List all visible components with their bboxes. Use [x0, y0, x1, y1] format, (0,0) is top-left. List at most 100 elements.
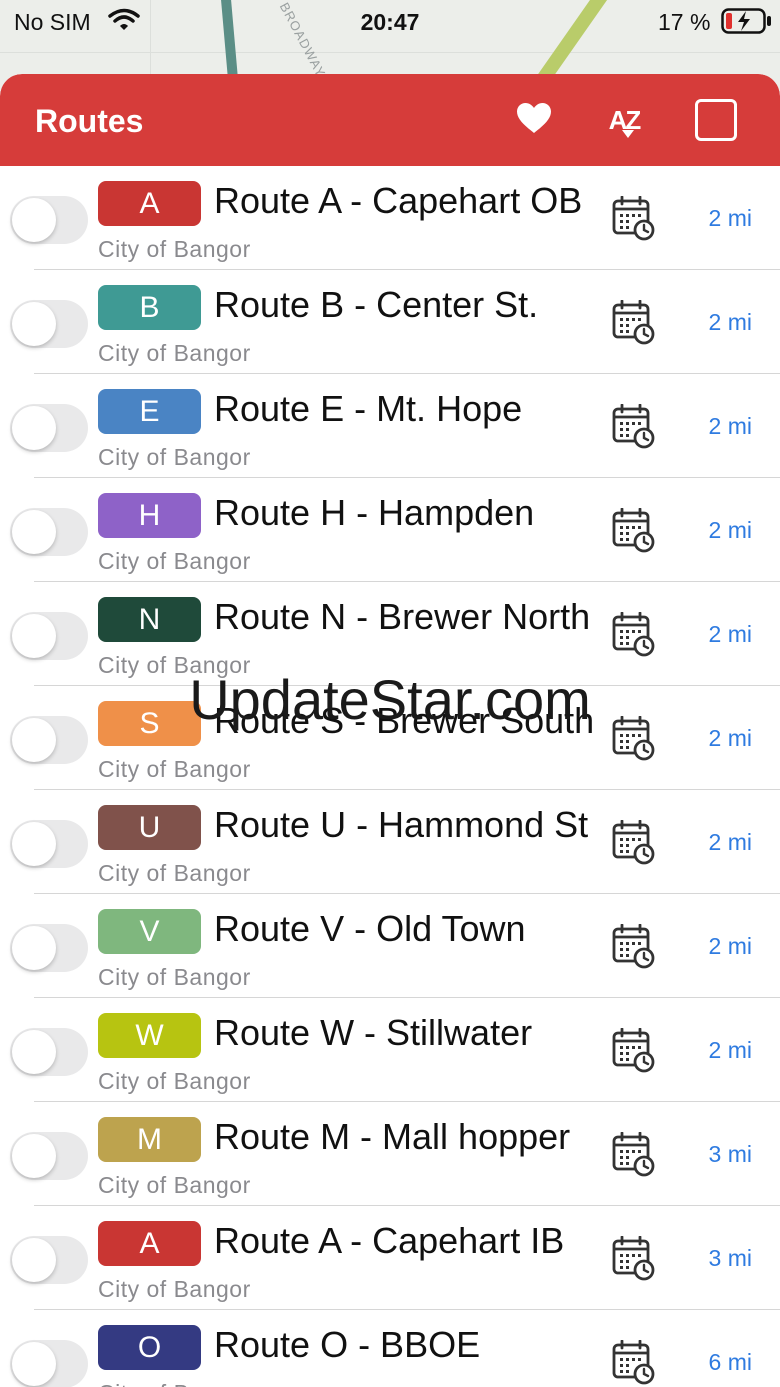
- route-name: Route W - Stillwater: [214, 1012, 533, 1053]
- schedule-calendar-icon[interactable]: [612, 1027, 656, 1074]
- route-row[interactable]: A Route A - Capehart OB City of Bangor 2 mi: [0, 166, 780, 270]
- route-name: Route O - BBOE: [214, 1324, 481, 1365]
- route-agency: City of Bangor: [98, 236, 251, 262]
- route-badge: M: [98, 1117, 201, 1162]
- route-agency: City of Bangor: [98, 1276, 251, 1302]
- toggle-knob: [12, 1030, 56, 1074]
- schedule-calendar-icon[interactable]: [612, 819, 656, 866]
- route-agency: City of Bangor: [98, 860, 251, 886]
- route-toggle[interactable]: [10, 508, 88, 556]
- battery-percent: 17 %: [658, 9, 711, 35]
- schedule-calendar-icon[interactable]: [612, 195, 656, 242]
- route-toggle[interactable]: [10, 404, 88, 452]
- routes-sheet: Routes AZ A Route A - Capehart OB City of …: [0, 74, 780, 1387]
- route-row[interactable]: S Route S - Brewer South City of Bangor 2 m…: [0, 686, 780, 790]
- route-distance: 2 mi: [708, 933, 752, 959]
- route-distance: 2 mi: [708, 309, 752, 335]
- route-row[interactable]: A Route A - Capehart IB City of Bangor 3 mi: [0, 1206, 780, 1310]
- schedule-calendar-icon[interactable]: [612, 1235, 656, 1282]
- heart-icon: [516, 102, 552, 139]
- toggle-knob: [12, 822, 56, 866]
- route-row[interactable]: U Route U - Hammond St City of Bangor 2 mi: [0, 790, 780, 894]
- route-agency: City of Bangor: [98, 756, 251, 782]
- schedule-calendar-icon[interactable]: [612, 611, 656, 658]
- route-toggle[interactable]: [10, 820, 88, 868]
- route-toggle[interactable]: [10, 1132, 88, 1180]
- route-toggle[interactable]: [10, 1028, 88, 1076]
- toggle-knob: [12, 1238, 56, 1282]
- schedule-calendar-icon[interactable]: [612, 403, 656, 450]
- schedule-calendar-icon[interactable]: [612, 1131, 656, 1178]
- toggle-knob: [12, 718, 56, 762]
- route-distance: 2 mi: [708, 517, 752, 543]
- sort-button[interactable]: AZ: [600, 96, 648, 144]
- route-agency: City of Bangor: [98, 444, 251, 470]
- map-street-line: [0, 52, 780, 53]
- route-toggle[interactable]: [10, 300, 88, 348]
- select-all-checkbox[interactable]: [692, 96, 740, 144]
- route-name: Route V - Old Town: [214, 908, 526, 949]
- route-row[interactable]: E Route E - Mt. Hope City of Bangor 2 mi: [0, 374, 780, 478]
- route-agency: City of Bangor: [98, 548, 251, 574]
- route-badge: W: [98, 1013, 201, 1058]
- route-name: Route E - Mt. Hope: [214, 388, 523, 429]
- route-row[interactable]: B Route B - Center St. City of Bangor 2 mi: [0, 270, 780, 374]
- route-distance: 2 mi: [708, 725, 752, 751]
- route-badge: N: [98, 597, 201, 642]
- schedule-calendar-icon[interactable]: [612, 715, 656, 762]
- toggle-knob: [12, 926, 56, 970]
- route-row[interactable]: V Route V - Old Town City of Bangor 2 mi: [0, 894, 780, 998]
- route-agency: City of Bangor: [98, 1380, 251, 1387]
- route-row[interactable]: W Route W - Stillwater City of Bangor 2 mi: [0, 998, 780, 1102]
- route-agency: City of Bangor: [98, 964, 251, 990]
- route-row[interactable]: M Route M - Mall hopper City of Bangor 3 mi: [0, 1102, 780, 1206]
- schedule-calendar-icon[interactable]: [612, 299, 656, 346]
- routes-header: Routes AZ: [0, 74, 780, 166]
- route-agency: City of Bangor: [98, 1068, 251, 1094]
- route-toggle[interactable]: [10, 1340, 88, 1387]
- toggle-knob: [12, 302, 56, 346]
- route-distance: 6 mi: [708, 1349, 752, 1375]
- route-name: Route H - Hampden: [214, 492, 535, 533]
- route-badge: E: [98, 389, 201, 434]
- route-agency: City of Bangor: [98, 340, 251, 366]
- route-agency: City of Bangor: [98, 652, 251, 678]
- route-badge: B: [98, 285, 201, 330]
- route-badge: S: [98, 701, 201, 746]
- route-name: Route A - Capehart IB: [214, 1220, 565, 1261]
- checkbox-icon: [695, 99, 737, 141]
- toggle-knob: [12, 510, 56, 554]
- route-distance: 2 mi: [708, 829, 752, 855]
- route-distance: 2 mi: [708, 205, 752, 231]
- route-toggle[interactable]: [10, 612, 88, 660]
- route-name: Route A - Capehart OB: [214, 180, 583, 221]
- schedule-calendar-icon[interactable]: [612, 1339, 656, 1386]
- page-title: Routes: [35, 103, 144, 139]
- route-badge: V: [98, 909, 201, 954]
- route-row[interactable]: O Route O - BBOE City of Bangor 6 mi: [0, 1310, 780, 1387]
- route-agency: City of Bangor: [98, 1172, 251, 1198]
- route-distance: 3 mi: [708, 1141, 752, 1167]
- route-badge: H: [98, 493, 201, 538]
- route-toggle[interactable]: [10, 924, 88, 972]
- route-distance: 2 mi: [708, 621, 752, 647]
- route-toggle[interactable]: [10, 716, 88, 764]
- route-row[interactable]: H Route H - Hampden City of Bangor 2 mi: [0, 478, 780, 582]
- route-name: Route N - Brewer North: [214, 596, 591, 637]
- toggle-knob: [12, 1342, 56, 1386]
- schedule-calendar-icon[interactable]: [612, 923, 656, 970]
- route-distance: 2 mi: [708, 1037, 752, 1063]
- route-badge: U: [98, 805, 201, 850]
- toggle-knob: [12, 1134, 56, 1178]
- route-name: Route S - Brewer South: [214, 700, 595, 741]
- routes-list: A Route A - Capehart OB City of Bangor 2 mi…: [0, 166, 780, 1387]
- route-row[interactable]: N Route N - Brewer North City of Bangor 2 m…: [0, 582, 780, 686]
- route-distance: 3 mi: [708, 1245, 752, 1271]
- route-toggle[interactable]: [10, 196, 88, 244]
- favorites-button[interactable]: [510, 96, 558, 144]
- schedule-calendar-icon[interactable]: [612, 507, 656, 554]
- route-badge: A: [98, 1221, 201, 1266]
- route-badge: A: [98, 181, 201, 226]
- route-toggle[interactable]: [10, 1236, 88, 1284]
- sort-az-icon: AZ: [608, 104, 641, 138]
